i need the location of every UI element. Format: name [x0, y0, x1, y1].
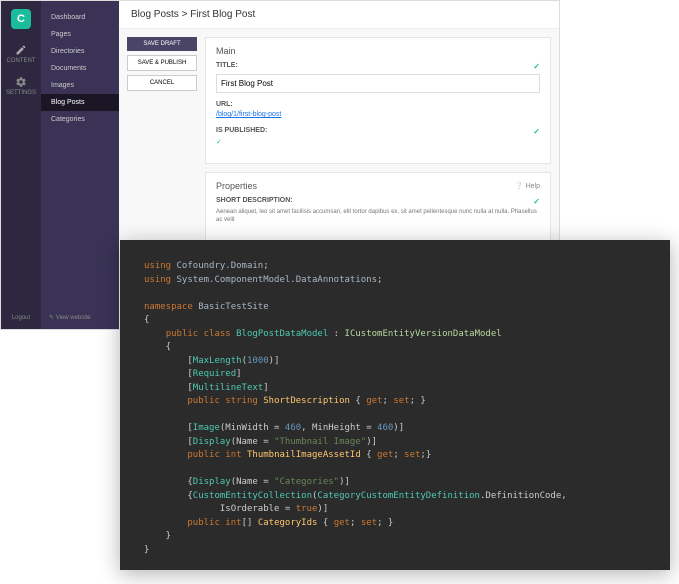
main-panel: Main TITLE: ✓ URL: /blog/1/first-blog-pos…	[205, 37, 551, 164]
breadcrumb: Blog Posts > First Blog Post	[119, 1, 559, 29]
view-website-link[interactable]: View website	[49, 314, 91, 321]
pencil-icon	[15, 44, 27, 56]
published-check-icon: ✓	[216, 139, 222, 146]
short-desc-field: SHORT DESCRIPTION: ✓ Aenean aliquet, leo …	[216, 197, 540, 225]
short-desc-value: Aenean aliquet, leo sit amet facilisis a…	[216, 209, 540, 225]
sidebar: Dashboard Pages Directories Documents Im…	[41, 1, 119, 329]
properties-panel-title: Properties	[216, 181, 257, 191]
sidebar-item-dashboard[interactable]: Dashboard	[41, 9, 119, 26]
sidebar-item-categories[interactable]: Categories	[41, 111, 119, 128]
check-icon: ✓	[533, 127, 540, 136]
url-link[interactable]: /blog/1/first-blog-post	[216, 111, 281, 118]
rail-content-label: CONTENT	[7, 58, 36, 64]
logout-link[interactable]: Logout	[12, 315, 30, 321]
cancel-button[interactable]: CANCEL	[127, 75, 197, 91]
title-input[interactable]	[216, 74, 540, 93]
sidebar-item-pages[interactable]: Pages	[41, 26, 119, 43]
rail-content[interactable]: CONTENT	[7, 44, 36, 64]
title-label: TITLE:	[216, 62, 238, 71]
published-label: IS PUBLISHED:	[216, 127, 267, 136]
code-block: using Cofoundry.Domain; using System.Com…	[144, 260, 646, 557]
app-logo[interactable]: C	[11, 9, 31, 29]
help-link[interactable]: ❔ Help	[515, 182, 540, 190]
gear-icon	[15, 76, 27, 88]
save-publish-button[interactable]: SAVE & PUBLISH	[127, 55, 197, 71]
sidebar-item-images[interactable]: Images	[41, 77, 119, 94]
rail-settings-label: SETTINGS	[6, 90, 36, 96]
main-panel-title: Main	[216, 46, 540, 56]
check-icon: ✓	[533, 197, 540, 206]
title-field: TITLE: ✓	[216, 62, 540, 93]
properties-panel: Properties ❔ Help SHORT DESCRIPTION: ✓ Ae…	[205, 172, 551, 242]
url-field: URL: /blog/1/first-blog-post	[216, 101, 540, 119]
save-draft-button[interactable]: SAVE DRAFT	[127, 37, 197, 51]
url-label: URL:	[216, 101, 233, 108]
sidebar-item-documents[interactable]: Documents	[41, 60, 119, 77]
published-field: IS PUBLISHED: ✓ ✓	[216, 127, 540, 147]
sidebar-item-directories[interactable]: Directories	[41, 43, 119, 60]
rail-settings[interactable]: SETTINGS	[6, 76, 36, 96]
sidebar-item-blog-posts[interactable]: Blog Posts	[41, 94, 119, 111]
code-editor: using Cofoundry.Domain; using System.Com…	[120, 240, 670, 570]
short-desc-label: SHORT DESCRIPTION:	[216, 197, 293, 206]
icon-rail: C CONTENT SETTINGS Logout	[1, 1, 41, 329]
check-icon: ✓	[533, 62, 540, 71]
